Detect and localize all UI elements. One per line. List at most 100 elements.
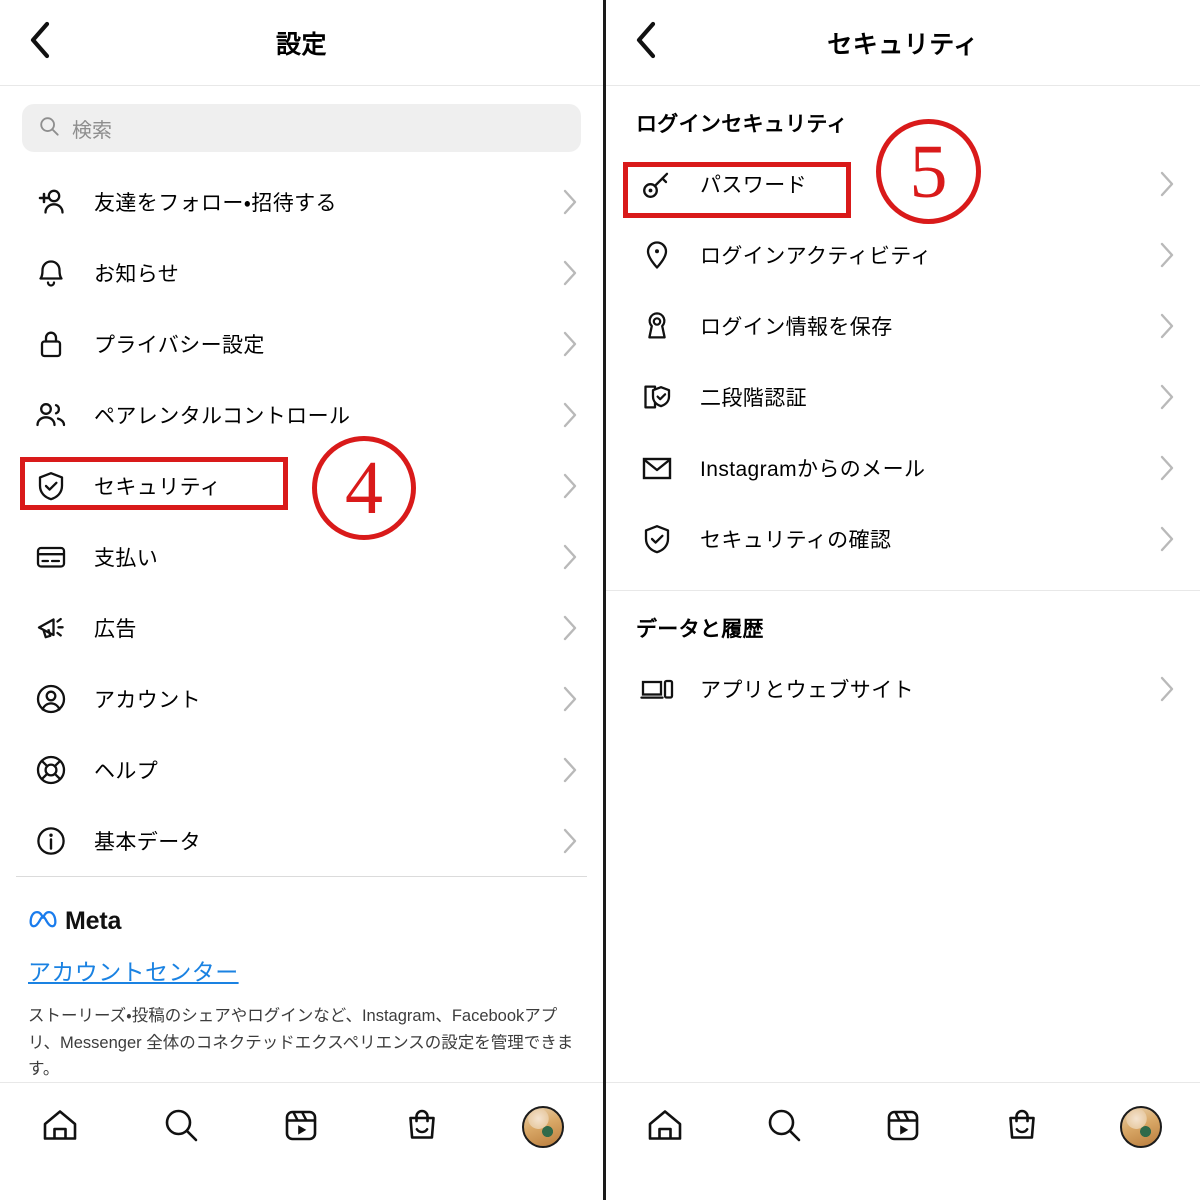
chevron-left-icon	[27, 20, 53, 65]
account-center-link[interactable]: アカウントセンター	[28, 953, 575, 987]
keyhole-icon	[640, 310, 674, 342]
menu-item-label: Instagramからのメール	[700, 457, 926, 481]
shop-bag-icon	[400, 1103, 444, 1152]
menu-item-emails-from-instagram[interactable]: Instagramからのメール	[606, 432, 1200, 503]
account-circle-icon	[34, 683, 68, 715]
tab-profile[interactable]	[1081, 1099, 1200, 1155]
menu-item-notifications[interactable]: お知らせ	[0, 237, 603, 308]
meta-brand-label: Meta	[65, 907, 122, 935]
search-area: 検索	[0, 86, 603, 152]
menu-item-security-checkup[interactable]: セキュリティの確認	[606, 503, 1200, 574]
menu-item-security[interactable]: セキュリティ	[0, 450, 603, 521]
chevron-right-icon	[1156, 455, 1178, 481]
search-icon	[159, 1103, 203, 1152]
phone-shield-icon	[640, 381, 674, 413]
chevron-right-icon	[559, 473, 581, 499]
menu-item-follow-invite-friends[interactable]: 友達をフォロー・招待する	[0, 166, 603, 237]
menu-item-password[interactable]: パスワード	[606, 148, 1200, 219]
data-history-list: アプリとウェブサイト	[606, 653, 1200, 724]
menu-item-ads[interactable]: 広告	[0, 592, 603, 663]
settings-header: 設定	[0, 0, 603, 86]
menu-item-payments[interactable]: 支払い	[0, 521, 603, 592]
shield-check-icon	[640, 523, 674, 555]
menu-item-login-activity[interactable]: ログインアクティビティ	[606, 219, 1200, 290]
page-title: 設定	[275, 30, 327, 59]
menu-item-privacy[interactable]: プライバシー設定	[0, 308, 603, 379]
meta-account-center-block: Meta アカウントセンター ストーリーズ・投稿のシェアやログインなど、Inst…	[0, 877, 603, 1083]
menu-item-label: お知らせ	[94, 262, 180, 286]
shield-check-icon	[34, 470, 68, 502]
tab-home[interactable]	[0, 1099, 121, 1155]
chevron-right-icon	[1156, 676, 1178, 702]
menu-item-label: 支払い	[94, 546, 159, 570]
menu-item-label: ヘルプ	[94, 759, 159, 783]
menu-item-account[interactable]: アカウント	[0, 663, 603, 734]
menu-item-label: パスワード	[700, 173, 807, 197]
chevron-right-icon	[559, 402, 581, 428]
tab-home[interactable]	[606, 1099, 725, 1155]
menu-item-save-login-info[interactable]: ログイン情報を保存	[606, 290, 1200, 361]
bottom-navigation-bar	[0, 1082, 603, 1200]
tab-shop[interactable]	[962, 1099, 1081, 1155]
laptop-phone-icon	[640, 675, 674, 703]
avatar	[521, 1106, 564, 1148]
security-header: セキュリティ	[606, 0, 1200, 86]
chevron-right-icon	[559, 544, 581, 570]
chevron-right-icon	[1156, 242, 1178, 268]
search-icon	[38, 115, 60, 142]
lock-icon	[34, 328, 68, 360]
menu-item-label: 二段階認証	[700, 386, 807, 410]
meta-infinity-icon	[28, 908, 58, 935]
avatar	[1119, 1106, 1162, 1148]
menu-item-parental-controls[interactable]: ペアレンタルコントロール	[0, 379, 603, 450]
home-icon	[643, 1103, 687, 1152]
search-input[interactable]: 検索	[22, 104, 581, 152]
home-icon	[38, 1103, 82, 1152]
tab-reels[interactable]	[241, 1099, 362, 1155]
search-placeholder: 検索	[72, 119, 112, 142]
key-icon	[640, 168, 674, 200]
bottom-navigation-bar	[606, 1082, 1200, 1200]
settings-screen: 設定 検索 友達をフォロー・招待する お知らせ プライバシー設定 ペアレンタルコ…	[0, 0, 603, 1200]
tab-shop[interactable]	[362, 1099, 483, 1155]
menu-item-help[interactable]: ヘルプ	[0, 734, 603, 805]
chevron-right-icon	[1156, 526, 1178, 552]
back-button[interactable]	[624, 21, 668, 65]
menu-item-label: セキュリティの確認	[700, 528, 892, 552]
location-pin-icon	[640, 239, 674, 271]
chevron-right-icon	[559, 260, 581, 286]
menu-item-label: セキュリティ	[94, 475, 222, 499]
security-screen: セキュリティ ログインセキュリティ パスワード ログインアクティビティ ログイン…	[603, 0, 1200, 1200]
menu-item-two-factor-auth[interactable]: 二段階認証	[606, 361, 1200, 432]
chevron-right-icon	[1156, 384, 1178, 410]
chevron-right-icon	[1156, 313, 1178, 339]
tab-reels[interactable]	[844, 1099, 963, 1155]
envelope-icon	[640, 454, 674, 482]
tab-search[interactable]	[121, 1099, 242, 1155]
menu-item-label: プライバシー設定	[94, 333, 265, 357]
chevron-right-icon	[559, 686, 581, 712]
menu-item-label: 広告	[94, 617, 137, 641]
tab-profile[interactable]	[482, 1099, 603, 1155]
chevron-right-icon	[1156, 171, 1178, 197]
chevron-right-icon	[559, 331, 581, 357]
dual-screenshot-container: 設定 検索 友達をフォロー・招待する お知らせ プライバシー設定 ペアレンタルコ…	[0, 0, 1200, 1200]
shop-bag-icon	[1000, 1103, 1044, 1152]
menu-item-label: ログインアクティビティ	[700, 244, 932, 268]
back-button[interactable]	[18, 21, 62, 65]
page-title: セキュリティ	[827, 30, 979, 59]
section-header-login-security: ログインセキュリティ	[636, 113, 848, 136]
settings-menu-list: 友達をフォロー・招待する お知らせ プライバシー設定 ペアレンタルコントロール …	[0, 152, 603, 876]
menu-item-apps-and-websites[interactable]: アプリとウェブサイト	[606, 653, 1200, 724]
menu-item-basic-data[interactable]: 基本データ	[0, 805, 603, 876]
megaphone-icon	[34, 613, 68, 643]
search-icon	[762, 1103, 806, 1152]
menu-item-label: 友達をフォロー・招待する	[94, 191, 337, 215]
menu-item-label: ペアレンタルコントロール	[94, 404, 351, 428]
menu-item-label: 基本データ	[94, 830, 201, 854]
info-circle-icon	[34, 825, 68, 857]
people-icon	[34, 400, 68, 430]
tab-search[interactable]	[725, 1099, 844, 1155]
reels-icon	[279, 1103, 323, 1152]
bell-icon	[34, 257, 68, 289]
